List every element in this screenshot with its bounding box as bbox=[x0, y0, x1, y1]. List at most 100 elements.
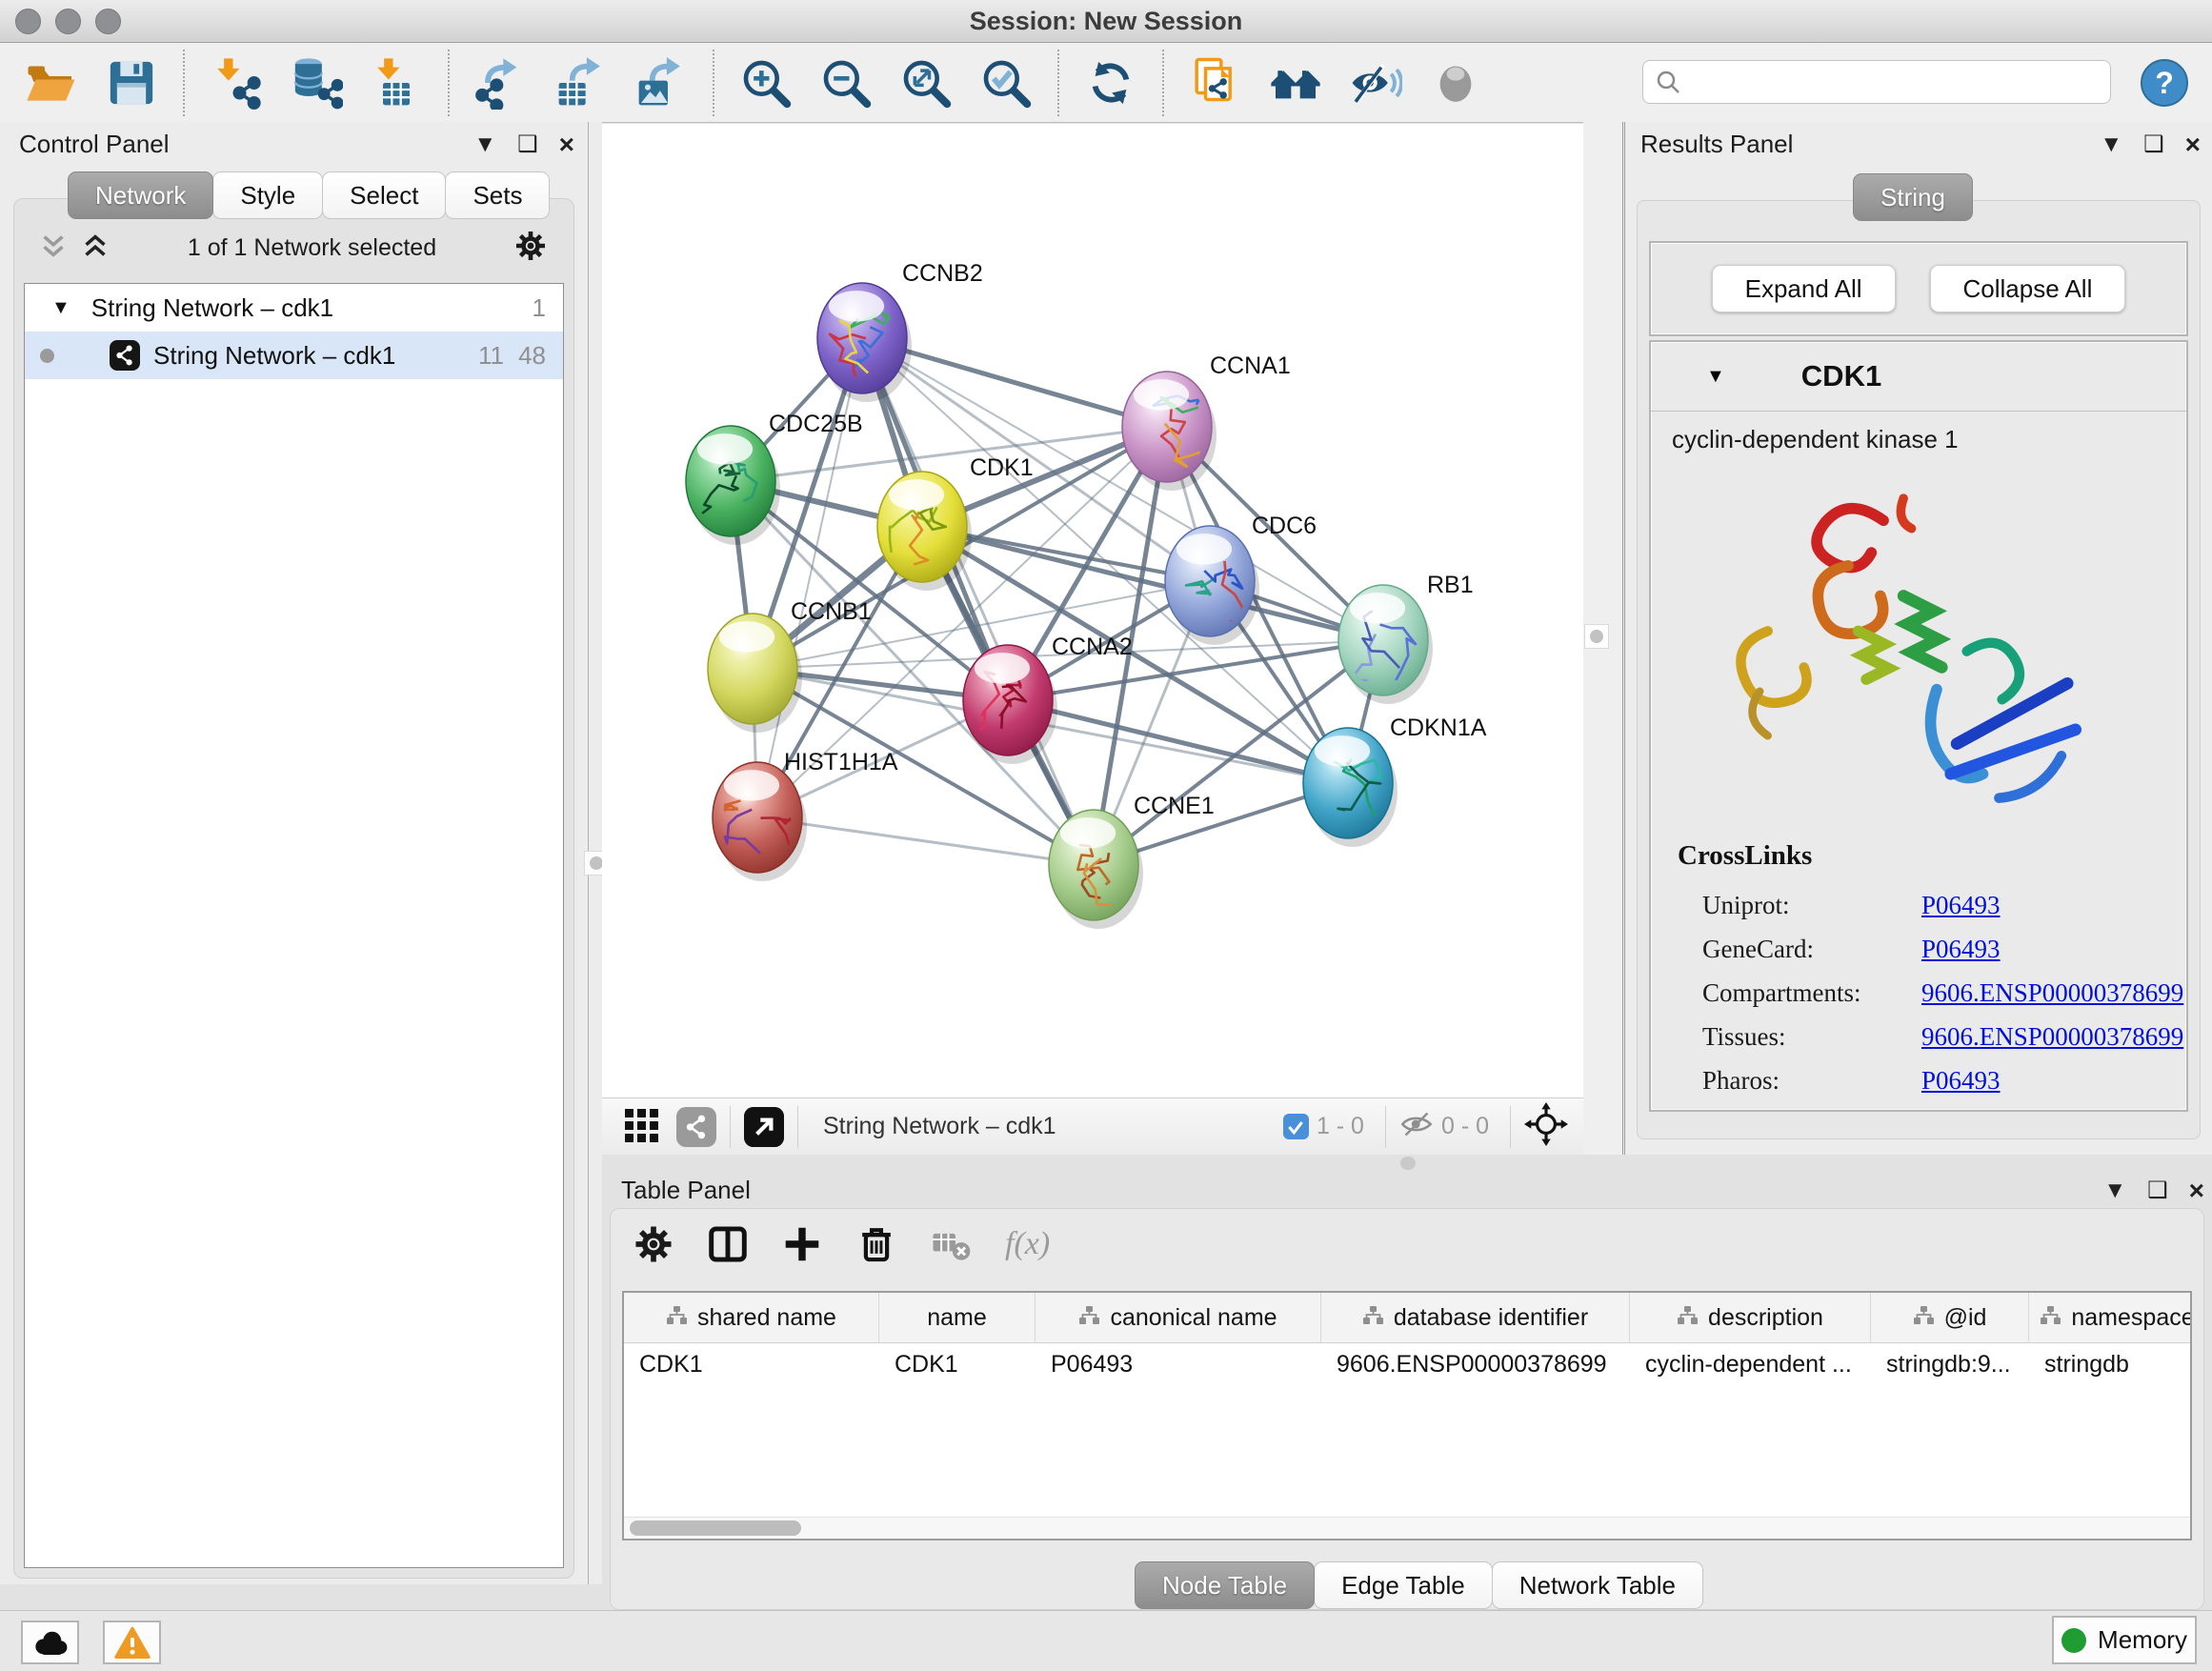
export-network-icon[interactable] bbox=[474, 56, 528, 110]
network-node-CCNE1[interactable]: CCNE1 bbox=[1049, 793, 1215, 929]
panel-close-icon[interactable]: × bbox=[2185, 131, 2201, 158]
show-columns-icon[interactable] bbox=[708, 1224, 748, 1264]
cloud-button[interactable] bbox=[21, 1621, 79, 1664]
network-row[interactable]: String Network – cdk1 11 48 bbox=[25, 332, 563, 379]
tab-sets[interactable]: Sets bbox=[445, 171, 550, 219]
help-icon[interactable]: ? bbox=[2140, 58, 2189, 108]
table-cell[interactable]: stringdb:9... bbox=[1871, 1343, 2029, 1385]
save-session-icon[interactable] bbox=[105, 56, 158, 110]
table-cell[interactable]: P06493 bbox=[1036, 1343, 1321, 1385]
tab-node-table[interactable]: Node Table bbox=[1135, 1561, 1315, 1609]
network-node-CDK1[interactable]: CDK1 bbox=[877, 454, 1034, 591]
table-cell[interactable]: cyclin-dependent ... bbox=[1630, 1343, 1871, 1385]
crosslink-link[interactable]: P06493 bbox=[1921, 1066, 2001, 1096]
column-header-name[interactable]: name bbox=[879, 1293, 1036, 1342]
network-options-gear-icon[interactable] bbox=[514, 230, 547, 267]
collapse-all-button[interactable]: Collapse All bbox=[1930, 265, 2126, 312]
table-horizontal-scrollbar[interactable] bbox=[624, 1517, 2190, 1539]
table-cell[interactable]: CDK1 bbox=[624, 1343, 879, 1385]
horizontal-splitter-handle[interactable] bbox=[1400, 1157, 1416, 1170]
refresh-icon[interactable] bbox=[1084, 56, 1137, 110]
import-database-icon[interactable] bbox=[290, 56, 343, 110]
delete-table-icon[interactable] bbox=[931, 1224, 971, 1264]
tree-expander-icon[interactable]: ▼ bbox=[51, 297, 70, 319]
zoom-selected-icon[interactable] bbox=[979, 56, 1033, 110]
zoom-in-icon[interactable] bbox=[739, 56, 793, 110]
center-view-crosshair-icon[interactable] bbox=[1524, 1102, 1568, 1151]
column-header-shared-name[interactable]: shared name bbox=[624, 1293, 879, 1342]
panel-float-icon[interactable]: ❑ bbox=[2143, 133, 2164, 156]
import-table-icon[interactable] bbox=[370, 56, 423, 110]
network-edge[interactable] bbox=[862, 338, 1094, 865]
panel-menu-icon[interactable]: ▼ bbox=[2100, 133, 2122, 156]
warning-button[interactable] bbox=[103, 1621, 161, 1664]
network-collection-row[interactable]: ▼ String Network – cdk1 1 bbox=[25, 284, 563, 332]
function-builder-icon[interactable]: f(x) bbox=[1005, 1226, 1050, 1262]
home-icon[interactable] bbox=[1269, 56, 1322, 110]
tab-network[interactable]: Network bbox=[68, 171, 213, 219]
panel-close-icon[interactable]: × bbox=[559, 131, 574, 158]
expand-all-button[interactable]: Expand All bbox=[1712, 265, 1896, 312]
gene-expander-icon[interactable]: ▼ bbox=[1706, 366, 1725, 388]
table-cell[interactable]: stringdb bbox=[2029, 1343, 2192, 1385]
network-edge[interactable] bbox=[757, 817, 1094, 865]
crosslink-link[interactable]: 9606.ENSP00000378699 bbox=[1921, 1022, 2183, 1052]
network-node-CDC25B[interactable]: CDC25B bbox=[686, 411, 863, 545]
selected-count-checkbox-icon[interactable] bbox=[1283, 1114, 1309, 1139]
column-header-@id[interactable]: @id bbox=[1871, 1293, 2029, 1342]
gene-header[interactable]: ▼ CDK1 bbox=[1651, 342, 2186, 412]
string-view-icon[interactable] bbox=[676, 1107, 716, 1147]
table-cell[interactable]: CDK1 bbox=[879, 1343, 1036, 1385]
add-column-icon[interactable] bbox=[782, 1224, 822, 1264]
table-cell[interactable]: 9606.ENSP00000378699 bbox=[1321, 1343, 1630, 1385]
panel-float-icon[interactable]: ❑ bbox=[517, 133, 538, 156]
panel-menu-icon[interactable]: ▼ bbox=[473, 133, 496, 156]
column-header-namespace[interactable]: namespace bbox=[2029, 1293, 2192, 1342]
network-graph[interactable]: CCNB2CCNA1CDC25BCDK1CDC6RB1CCNB1CCNA2CDK… bbox=[602, 124, 1583, 1097]
eye-icon[interactable] bbox=[1429, 56, 1482, 110]
network-node-CCNB2[interactable]: CCNB2 bbox=[817, 260, 983, 402]
scrollbar-thumb[interactable] bbox=[630, 1520, 801, 1536]
horizontal-splitter[interactable] bbox=[602, 1155, 2212, 1174]
column-header-canonical-name[interactable]: canonical name bbox=[1036, 1293, 1321, 1342]
share-document-icon[interactable] bbox=[1189, 56, 1242, 110]
left-splitter[interactable] bbox=[589, 122, 602, 1584]
zoom-fit-icon[interactable] bbox=[899, 56, 953, 110]
export-image-icon[interactable] bbox=[634, 56, 688, 110]
export-table-icon[interactable] bbox=[554, 56, 608, 110]
network-node-CCNA2[interactable]: CCNA2 bbox=[963, 634, 1133, 764]
network-node-CCNA1[interactable]: CCNA1 bbox=[1122, 352, 1291, 491]
network-node-RB1[interactable]: RB1 bbox=[1338, 572, 1474, 704]
memory-button[interactable]: Memory bbox=[2052, 1616, 2197, 1664]
search-input[interactable] bbox=[1642, 60, 2111, 104]
panel-menu-icon[interactable]: ▼ bbox=[2103, 1179, 2126, 1202]
tab-style[interactable]: Style bbox=[212, 171, 323, 219]
right-splitter[interactable] bbox=[1583, 122, 1625, 1155]
network-node-HIST1H1A[interactable]: HIST1H1A bbox=[713, 749, 898, 881]
delete-column-icon[interactable] bbox=[856, 1224, 896, 1264]
hide-eye-icon[interactable] bbox=[1349, 56, 1402, 110]
open-in-browser-icon[interactable] bbox=[744, 1107, 784, 1147]
tab-select[interactable]: Select bbox=[322, 171, 446, 219]
network-canvas[interactable]: CCNB2CCNA1CDC25BCDK1CDC6RB1CCNB1CCNA2CDK… bbox=[602, 124, 1583, 1097]
table-options-gear-icon[interactable] bbox=[633, 1224, 674, 1264]
right-splitter-handle[interactable] bbox=[1584, 624, 1609, 649]
column-header-database-identifier[interactable]: database identifier bbox=[1321, 1293, 1630, 1342]
network-node-CDC6[interactable]: CDC6 bbox=[1165, 513, 1317, 645]
expand-all-networks-icon[interactable] bbox=[81, 233, 110, 263]
tab-string[interactable]: String bbox=[1853, 173, 1973, 221]
network-node-CDKN1A[interactable]: CDKN1A bbox=[1303, 715, 1487, 847]
tab-network-table[interactable]: Network Table bbox=[1492, 1561, 1703, 1609]
import-network-icon[interactable] bbox=[210, 56, 263, 110]
open-session-icon[interactable] bbox=[25, 56, 78, 110]
table-row[interactable]: CDK1CDK1P064939606.ENSP00000378699cyclin… bbox=[624, 1343, 2190, 1385]
crosslink-link[interactable]: P06493 bbox=[1921, 891, 2001, 920]
tab-edge-table[interactable]: Edge Table bbox=[1314, 1561, 1493, 1609]
collapse-all-networks-icon[interactable] bbox=[39, 233, 68, 263]
zoom-out-icon[interactable] bbox=[819, 56, 873, 110]
network-edge[interactable] bbox=[1008, 700, 1348, 783]
panel-close-icon[interactable]: × bbox=[2189, 1178, 2204, 1204]
crosslink-link[interactable]: 9606.ENSP00000378699 bbox=[1921, 978, 2183, 1008]
panel-float-icon[interactable]: ❑ bbox=[2147, 1179, 2168, 1202]
column-header-description[interactable]: description bbox=[1630, 1293, 1871, 1342]
